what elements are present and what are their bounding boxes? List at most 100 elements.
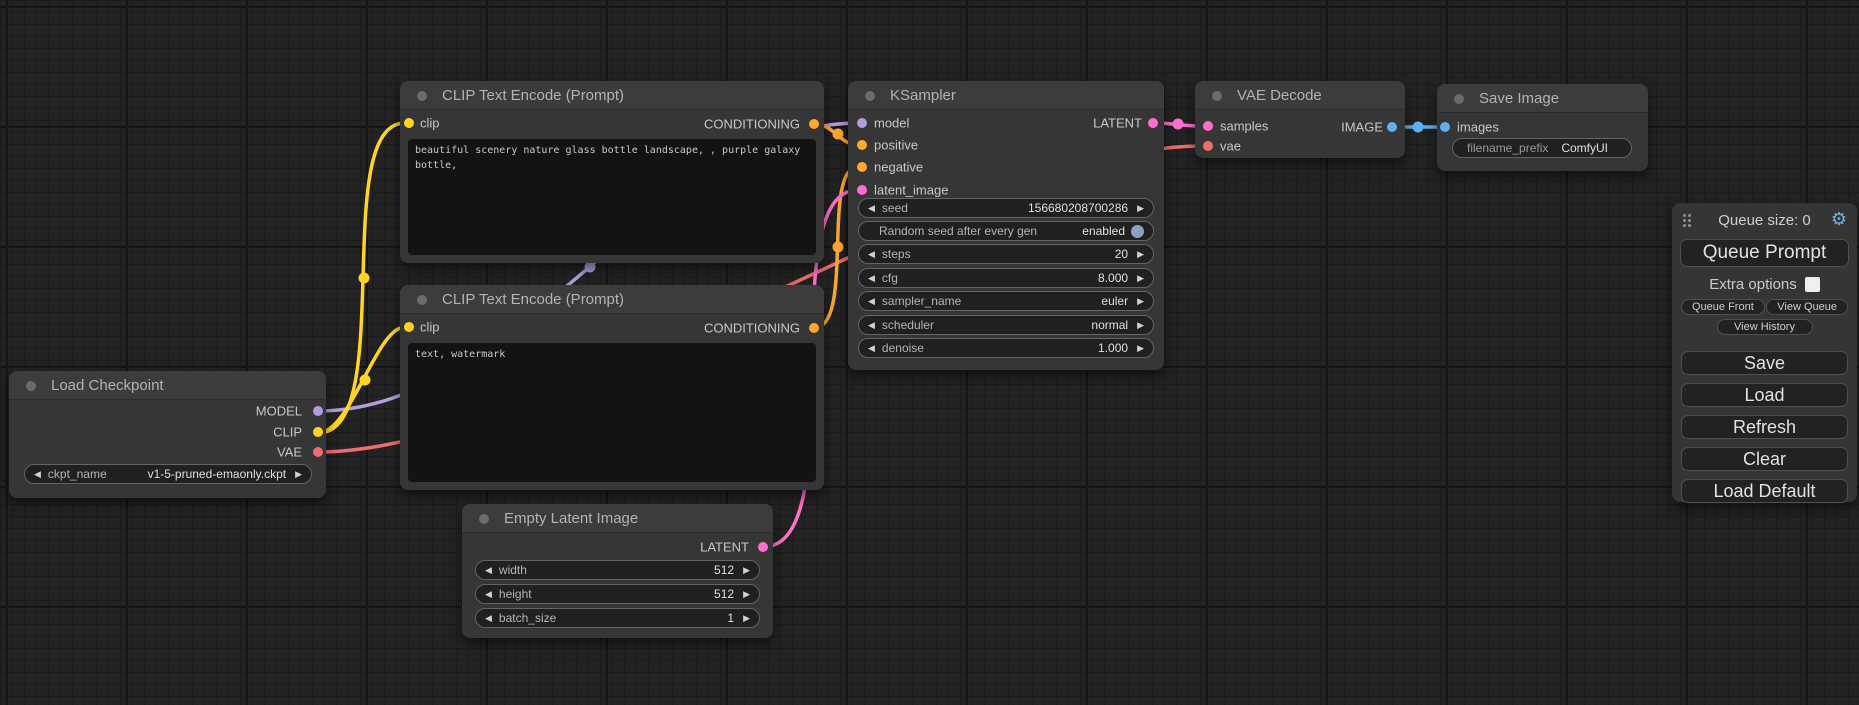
widget-seed[interactable]: ◀ seed 156680208700286 ▶ — [858, 198, 1154, 218]
input-label-latent-image: latent_image — [874, 183, 948, 198]
prompt-textarea[interactable]: beautiful scenery nature glass bottle la… — [408, 139, 816, 255]
widget-label: height — [499, 587, 532, 601]
output-port-vae[interactable] — [313, 447, 323, 457]
widget-batch-size[interactable]: ◀ batch_size 1 ▶ — [475, 608, 760, 628]
node-title-bar[interactable]: Empty Latent Image — [462, 504, 773, 533]
widget-filename-prefix[interactable]: filename_prefix ComfyUI — [1452, 138, 1632, 158]
increment-arrow-icon[interactable]: ▶ — [743, 566, 750, 575]
view-queue-button[interactable]: View Queue — [1766, 299, 1848, 315]
output-port-conditioning[interactable] — [809, 119, 819, 129]
decrement-arrow-icon[interactable]: ◀ — [485, 614, 492, 623]
view-history-button[interactable]: View History — [1717, 319, 1813, 335]
node-title: KSampler — [890, 87, 956, 104]
widget-value: 20 — [1115, 247, 1128, 261]
output-label-model: MODEL — [256, 404, 302, 419]
save-button[interactable]: Save — [1681, 351, 1848, 375]
increment-arrow-icon[interactable]: ▶ — [1137, 344, 1144, 353]
node-title-bar[interactable]: CLIP Text Encode (Prompt) — [400, 285, 824, 314]
decrement-arrow-icon[interactable]: ◀ — [868, 250, 875, 259]
decrement-arrow-icon[interactable]: ◀ — [868, 274, 875, 283]
increment-arrow-icon[interactable]: ▶ — [1137, 204, 1144, 213]
increment-arrow-icon[interactable]: ▶ — [743, 590, 750, 599]
node-load-checkpoint[interactable]: Load Checkpoint MODEL CLIP VAE ◀ ckpt_na… — [9, 371, 326, 498]
decrement-arrow-icon[interactable]: ◀ — [485, 590, 492, 599]
node-graph-canvas[interactable]: Load Checkpoint MODEL CLIP VAE ◀ ckpt_na… — [0, 0, 1859, 705]
widget-steps[interactable]: ◀ steps 20 ▶ — [858, 244, 1154, 264]
collapse-dot-icon[interactable] — [1454, 94, 1464, 104]
decrement-arrow-icon[interactable]: ◀ — [485, 566, 492, 575]
increment-arrow-icon[interactable]: ▶ — [1137, 250, 1144, 259]
collapse-dot-icon[interactable] — [865, 91, 875, 101]
node-clip-text-encode-negative[interactable]: CLIP Text Encode (Prompt) clip CONDITION… — [400, 285, 824, 490]
node-vae-decode[interactable]: VAE Decode samples vae IMAGE — [1195, 81, 1405, 158]
settings-gear-icon[interactable]: ⚙ — [1831, 208, 1847, 230]
node-clip-text-encode-positive[interactable]: CLIP Text Encode (Prompt) clip CONDITION… — [400, 81, 824, 263]
input-port-positive[interactable] — [857, 140, 867, 150]
collapse-dot-icon[interactable] — [26, 381, 36, 391]
prompt-textarea[interactable]: text, watermark — [408, 343, 816, 482]
input-port-model[interactable] — [857, 118, 867, 128]
widget-random-seed-toggle[interactable]: Random seed after every gen enabled — [858, 221, 1154, 241]
widget-height[interactable]: ◀ height 512 ▶ — [475, 584, 760, 604]
widget-width[interactable]: ◀ width 512 ▶ — [475, 560, 760, 580]
node-save-image[interactable]: Save Image images filename_prefix ComfyU… — [1437, 84, 1648, 171]
increment-arrow-icon[interactable]: ▶ — [1137, 297, 1144, 306]
output-port-model[interactable] — [313, 406, 323, 416]
input-port-clip[interactable] — [404, 118, 414, 128]
widget-label: batch_size — [499, 611, 556, 625]
collapse-dot-icon[interactable] — [1212, 91, 1222, 101]
widget-label: seed — [882, 201, 908, 215]
input-port-negative[interactable] — [857, 162, 867, 172]
input-port-vae[interactable] — [1203, 141, 1213, 151]
node-empty-latent-image[interactable]: Empty Latent Image LATENT ◀ width 512 ▶ … — [462, 504, 773, 638]
decrement-arrow-icon[interactable]: ◀ — [34, 470, 41, 479]
increment-arrow-icon[interactable]: ▶ — [743, 614, 750, 623]
input-port-images[interactable] — [1440, 122, 1450, 132]
node-ksampler[interactable]: KSampler model positive negative latent_… — [848, 81, 1164, 370]
input-port-samples[interactable] — [1203, 121, 1213, 131]
extra-options-checkbox[interactable] — [1805, 277, 1820, 292]
decrement-arrow-icon[interactable]: ◀ — [868, 344, 875, 353]
widget-value: 8.000 — [1098, 271, 1128, 285]
clear-button[interactable]: Clear — [1681, 447, 1848, 471]
widget-scheduler[interactable]: ◀ scheduler normal ▶ — [858, 315, 1154, 335]
increment-arrow-icon[interactable]: ▶ — [1137, 321, 1144, 330]
output-label-vae: VAE — [277, 445, 302, 460]
decrement-arrow-icon[interactable]: ◀ — [868, 297, 875, 306]
increment-arrow-icon[interactable]: ▶ — [1137, 274, 1144, 283]
widget-label: steps — [882, 247, 911, 261]
node-title-bar[interactable]: VAE Decode — [1195, 81, 1405, 110]
toggle-enabled-icon[interactable] — [1131, 225, 1144, 238]
widget-sampler-name[interactable]: ◀ sampler_name euler ▶ — [858, 291, 1154, 311]
collapse-dot-icon[interactable] — [417, 91, 427, 101]
widget-cfg[interactable]: ◀ cfg 8.000 ▶ — [858, 268, 1154, 288]
input-port-clip[interactable] — [404, 322, 414, 332]
load-button[interactable]: Load — [1681, 383, 1848, 407]
node-title-bar[interactable]: CLIP Text Encode (Prompt) — [400, 81, 824, 110]
refresh-button[interactable]: Refresh — [1681, 415, 1848, 439]
drag-handle-icon[interactable] — [1683, 214, 1692, 227]
output-port-image[interactable] — [1387, 122, 1397, 132]
node-title-bar[interactable]: KSampler — [848, 81, 1164, 110]
widget-ckpt-name[interactable]: ◀ ckpt_name v1-5-pruned-emaonly.ckpt ▶ — [24, 464, 312, 484]
collapse-dot-icon[interactable] — [417, 295, 427, 305]
widget-denoise[interactable]: ◀ denoise 1.000 ▶ — [858, 338, 1154, 358]
output-port-clip[interactable] — [313, 427, 323, 437]
output-port-latent[interactable] — [1148, 118, 1158, 128]
widget-label: ckpt_name — [48, 467, 107, 481]
decrement-arrow-icon[interactable]: ◀ — [868, 321, 875, 330]
collapse-dot-icon[interactable] — [479, 514, 489, 524]
output-port-latent[interactable] — [758, 542, 768, 552]
queue-panel: Queue size: 0 ⚙ Queue Prompt Extra optio… — [1672, 203, 1857, 502]
decrement-arrow-icon[interactable]: ◀ — [868, 204, 875, 213]
queue-prompt-button[interactable]: Queue Prompt — [1680, 239, 1849, 267]
widget-label: filename_prefix — [1467, 141, 1548, 155]
load-default-button[interactable]: Load Default — [1681, 479, 1848, 503]
queue-front-button[interactable]: Queue Front — [1681, 299, 1765, 315]
node-title-bar[interactable]: Save Image — [1437, 84, 1648, 113]
node-title-bar[interactable]: Load Checkpoint — [9, 371, 326, 400]
widget-label: denoise — [882, 341, 924, 355]
increment-arrow-icon[interactable]: ▶ — [295, 470, 302, 479]
input-port-latent-image[interactable] — [857, 185, 867, 195]
output-port-conditioning[interactable] — [809, 323, 819, 333]
